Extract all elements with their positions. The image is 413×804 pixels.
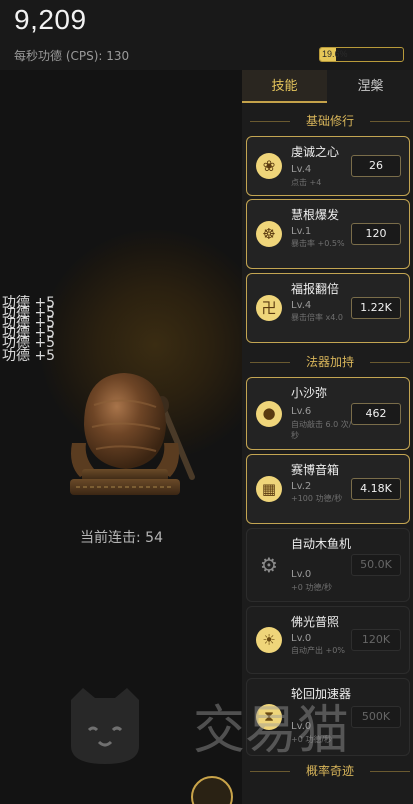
skill-level: Lv.4 <box>291 164 312 175</box>
speaker-icon: ▦ <box>256 476 282 502</box>
skill-desc: 暴击率 +0.5% <box>291 239 345 248</box>
buy-button[interactable]: 4.18K <box>351 478 401 500</box>
artifact-desc: +0 功德/秒 <box>291 735 333 744</box>
artifact-level: Lv.6 <box>291 406 312 417</box>
artifact-card-buddha-light[interactable]: ☀ 佛光普照 Lv.0 自动产出 +0% 120K <box>246 606 410 674</box>
skill-desc: 暴击倍率 x4.0 <box>291 313 343 322</box>
artifact-name: 佛光普照 <box>291 615 340 629</box>
artifact-desc: 自动敲击 6.0 次/秒 <box>291 420 352 440</box>
floating-merit-text: 功德 +5 <box>2 348 56 364</box>
artifact-desc: 自动产出 +0% <box>291 646 345 655</box>
buy-button[interactable]: 120 <box>351 223 401 245</box>
section-title-chance: 概率奇迹 <box>250 762 410 780</box>
artifact-level: Lv.0 <box>291 633 312 644</box>
skill-name: 慧根爆发 <box>291 208 340 222</box>
dharma-wheel-icon: ☸ <box>256 221 282 247</box>
progress-text: 19.6% <box>322 49 348 59</box>
artifact-desc: +0 功德/秒 <box>291 583 333 592</box>
skill-level: Lv.4 <box>291 300 312 311</box>
buy-button[interactable]: 462 <box>351 402 401 425</box>
skill-card-wisdom[interactable]: ☸ 慧根爆发 Lv.1 暴击率 +0.5% 120 <box>246 199 410 269</box>
cps-label: 每秒功德 (CPS): 130 <box>14 49 130 63</box>
tab-skills[interactable]: 技能 <box>242 70 327 103</box>
section-title-basic: 基础修行 <box>250 112 410 130</box>
progress-bar: 19.6% <box>319 47 404 62</box>
buy-button[interactable]: 500K <box>351 706 401 728</box>
artifact-card-speaker[interactable]: ▦ 赛博音箱 Lv.2 +100 功德/秒 4.18K <box>246 454 410 524</box>
artifact-card-auto-woodfish[interactable]: ⚙ 自动木鱼机 Lv.0 +0 功德/秒 50.0K <box>246 528 410 602</box>
buy-button[interactable]: 1.22K <box>351 297 401 319</box>
artifact-level: Lv.0 <box>291 721 312 732</box>
hourglass-icon: ⧗ <box>256 704 282 730</box>
upgrade-panel: 技能 涅槃 基础修行 ❀ 虔诚之心 Lv.4 点击 +4 26 ☸ 慧根爆发 L… <box>242 70 413 804</box>
lotus-icon: ❀ <box>256 153 282 179</box>
swastika-icon: 卍 <box>256 295 282 321</box>
artifact-name: 赛博音箱 <box>291 463 340 477</box>
gear-icon: ⚙ <box>260 553 278 577</box>
sun-icon: ☀ <box>256 627 282 653</box>
floating-merit-texts: 功德 +5 功德 +5 功德 +5 功德 +5 功德 +5 功德 +5 <box>2 296 72 364</box>
artifact-card-reincarnation[interactable]: ⧗ 轮回加速器 Lv.0 +0 功德/秒 500K <box>246 678 410 756</box>
artifact-level: Lv.0 <box>291 569 312 580</box>
artifact-level: Lv.2 <box>291 481 312 492</box>
merit-score: 9,209 <box>14 4 87 35</box>
buy-button[interactable]: 50.0K <box>351 554 401 576</box>
combo-counter: 当前连击: 54 <box>80 530 163 546</box>
skill-desc: 点击 +4 <box>291 178 322 187</box>
panel-tabs: 技能 涅槃 <box>242 70 413 103</box>
bronze-bell-button[interactable] <box>64 365 204 500</box>
section-title-artifact: 法器加持 <box>250 353 410 371</box>
skill-name: 福报翻倍 <box>291 282 340 296</box>
artifact-desc: +100 功德/秒 <box>291 494 343 503</box>
artifact-card-monk[interactable]: ● 小沙弥 Lv.6 自动敲击 6.0 次/秒 462 <box>246 377 410 450</box>
skill-name: 虔诚之心 <box>291 145 340 159</box>
skill-card-fortune[interactable]: 卍 福报翻倍 Lv.4 暴击倍率 x4.0 1.22K <box>246 273 410 343</box>
floating-merit-text: 功德 +5 <box>2 335 56 351</box>
monk-icon: ● <box>256 400 282 427</box>
buy-button[interactable]: 26 <box>351 155 401 177</box>
tab-nirvana[interactable]: 涅槃 <box>328 70 413 103</box>
artifact-name: 自动木鱼机 <box>291 537 352 551</box>
skill-card-devotion[interactable]: ❀ 虔诚之心 Lv.4 点击 +4 26 <box>246 136 410 196</box>
buy-button[interactable]: 120K <box>351 629 401 651</box>
top-bar: 9,209 每秒功德 (CPS): 130 19.6% <box>0 0 413 70</box>
artifact-name: 轮回加速器 <box>291 687 352 701</box>
skill-level: Lv.1 <box>291 226 312 237</box>
artifact-name: 小沙弥 <box>291 386 328 400</box>
